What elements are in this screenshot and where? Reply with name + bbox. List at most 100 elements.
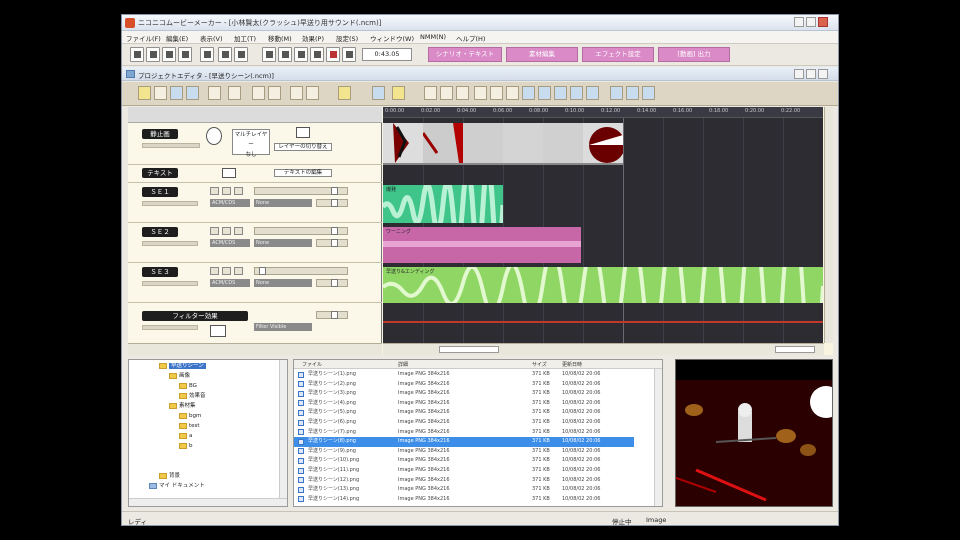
tree-node[interactable]: マイ ドキュメント: [149, 482, 205, 491]
line-tool-button[interactable]: [186, 86, 199, 100]
video-clip-thumb[interactable]: [583, 123, 623, 163]
se1-clip[interactable]: 爆発: [383, 185, 503, 223]
file-row[interactable]: 早送りシーン(4).png Image PNG 384x216 371 KB 10/0…: [294, 399, 634, 409]
fx7-button[interactable]: [626, 86, 639, 100]
import-button[interactable]: [178, 47, 192, 62]
se3-codec-select[interactable]: ACM/CDS: [210, 279, 250, 287]
open-button[interactable]: [146, 47, 160, 62]
fx6-button[interactable]: [610, 86, 623, 100]
undo-button[interactable]: [234, 47, 248, 62]
col-header-size[interactable]: サイズ: [532, 361, 547, 368]
color-tool-button[interactable]: [490, 86, 503, 100]
se2-solo-button[interactable]: [222, 227, 231, 235]
editor-close-button[interactable]: [818, 69, 828, 79]
se3-volume-thumb[interactable]: [259, 267, 266, 275]
forward-button[interactable]: [310, 47, 324, 62]
brush-tool-button[interactable]: [506, 86, 519, 100]
play-button[interactable]: [294, 47, 308, 62]
file-row[interactable]: 早送りシーン(12).png Image PNG 384x216 371 KB 10/…: [294, 476, 634, 486]
se2-pan-slider[interactable]: [316, 239, 348, 247]
fx2-button[interactable]: [538, 86, 551, 100]
se1-solo-button[interactable]: [222, 187, 231, 195]
end-button[interactable]: [342, 47, 356, 62]
menu-move[interactable]: 移動(M): [268, 33, 292, 43]
save-button[interactable]: [162, 47, 176, 62]
stop-button[interactable]: [262, 47, 276, 62]
menu-nmm[interactable]: NMM(N): [420, 33, 446, 41]
menu-process[interactable]: 加工(T): [234, 33, 256, 43]
col-header-date[interactable]: 更新日時: [562, 361, 582, 368]
se3-lock-button[interactable]: [234, 267, 243, 275]
track-se1-label[interactable]: ＳＥ１: [142, 187, 178, 197]
se3-clip[interactable]: 早送り&エンディング: [383, 267, 823, 303]
filter-thumb[interactable]: [331, 311, 338, 319]
text-edit-button[interactable]: テキストの編集: [274, 169, 332, 177]
select-tool-button[interactable]: [138, 86, 151, 100]
menu-view[interactable]: 表示(V): [200, 33, 223, 43]
col-header-desc[interactable]: 詳細: [398, 361, 408, 368]
export-video-button[interactable]: [動画] 出力: [658, 47, 730, 62]
se3-volume-slider[interactable]: [254, 267, 348, 275]
new-button[interactable]: [130, 47, 144, 62]
timeline[interactable]: 0:00.00 0:02.00 0:04.00 0:06.00 0:08.00 …: [383, 107, 823, 343]
file-row[interactable]: 早送りシーン(6).png Image PNG 384x216 371 KB 10/0…: [294, 418, 634, 428]
menu-edit[interactable]: 編集(E): [166, 33, 188, 43]
tree-node[interactable]: bgm: [179, 412, 201, 421]
track-se2-label[interactable]: ＳＥ２: [142, 227, 178, 237]
track-text-label[interactable]: テキスト: [142, 168, 178, 178]
se2-codec-select[interactable]: ACM/CDS: [210, 239, 250, 247]
file-row[interactable]: 早送りシーン(11).png Image PNG 384x216 371 KB 10/…: [294, 466, 634, 476]
se1-pan-thumb[interactable]: [331, 199, 338, 207]
editor-maximize-button[interactable]: [806, 69, 816, 79]
tree-node[interactable]: b: [179, 442, 193, 451]
se1-pan-slider[interactable]: [316, 199, 348, 207]
curve-tool-button[interactable]: [170, 86, 183, 100]
menu-file[interactable]: ファイル(F): [126, 33, 161, 43]
se1-volume-thumb[interactable]: [331, 187, 338, 195]
zoom-out-button[interactable]: [268, 86, 281, 100]
video-clip-thumb[interactable]: [503, 123, 543, 163]
snap-button[interactable]: [338, 86, 351, 100]
file-row[interactable]: 早送りシーン(10).png Image PNG 384x216 371 KB 10/…: [294, 456, 634, 466]
paint-tool-button[interactable]: [474, 86, 487, 100]
se3-pan-slider[interactable]: [316, 279, 348, 287]
file-row[interactable]: 早送りシーン(13).png Image PNG 384x216 371 KB 10/…: [294, 485, 634, 495]
file-row[interactable]: 早送りシーン(14).png Image PNG 384x216 371 KB 10/…: [294, 495, 634, 505]
layer-switch-button[interactable]: レイヤーの切り替え: [274, 143, 332, 151]
col-header-name[interactable]: ファイル: [302, 361, 322, 368]
video-clip-thumb[interactable]: [463, 123, 503, 163]
se3-pan-thumb[interactable]: [331, 279, 338, 287]
menu-settings[interactable]: 設定(S): [336, 33, 358, 43]
se2-pan-thumb[interactable]: [331, 239, 338, 247]
tree-node[interactable]: 背景: [159, 472, 180, 481]
fx4-button[interactable]: [570, 86, 583, 100]
file-row[interactable]: 早送りシーン(1).png Image PNG 384x216 371 KB 10/0…: [294, 370, 634, 380]
se3-effect-select[interactable]: None: [254, 279, 312, 287]
tree-node[interactable]: 画像: [169, 372, 190, 381]
se2-lock-button[interactable]: [234, 227, 243, 235]
tree-node[interactable]: 早送りシーン: [159, 362, 206, 371]
zoom-in-button[interactable]: [252, 86, 265, 100]
timeline-horizontal-scrollbar[interactable]: [383, 343, 824, 355]
header-scrollbar[interactable]: [128, 343, 382, 355]
marker-button[interactable]: [290, 86, 303, 100]
video-clip-thumb[interactable]: [383, 123, 423, 163]
se1-mute-button[interactable]: [210, 187, 219, 195]
track-se3-label[interactable]: ＳＥ３: [142, 267, 178, 277]
record-button[interactable]: [326, 47, 340, 62]
monitor-button[interactable]: [218, 47, 232, 62]
se2-clip[interactable]: ワーニング: [383, 227, 581, 263]
video-clip-thumb[interactable]: [423, 123, 463, 163]
file-row[interactable]: 早送りシーン(7).png Image PNG 384x216 371 KB 10/0…: [294, 428, 634, 438]
track-filter-label[interactable]: フィルター効果: [142, 311, 248, 321]
rewind-button[interactable]: [278, 47, 292, 62]
material-edit-button[interactable]: 素材編集: [506, 47, 578, 62]
se3-mute-button[interactable]: [210, 267, 219, 275]
se3-solo-button[interactable]: [222, 267, 231, 275]
se2-volume-thumb[interactable]: [331, 227, 338, 235]
fx5-button[interactable]: [586, 86, 599, 100]
tool-c-button[interactable]: [456, 86, 469, 100]
file-row[interactable]: 早送りシーン(5).png Image PNG 384x216 371 KB 10/0…: [294, 408, 634, 418]
tree-node[interactable]: BG: [179, 382, 197, 391]
file-list-scrollbar[interactable]: [654, 369, 662, 506]
